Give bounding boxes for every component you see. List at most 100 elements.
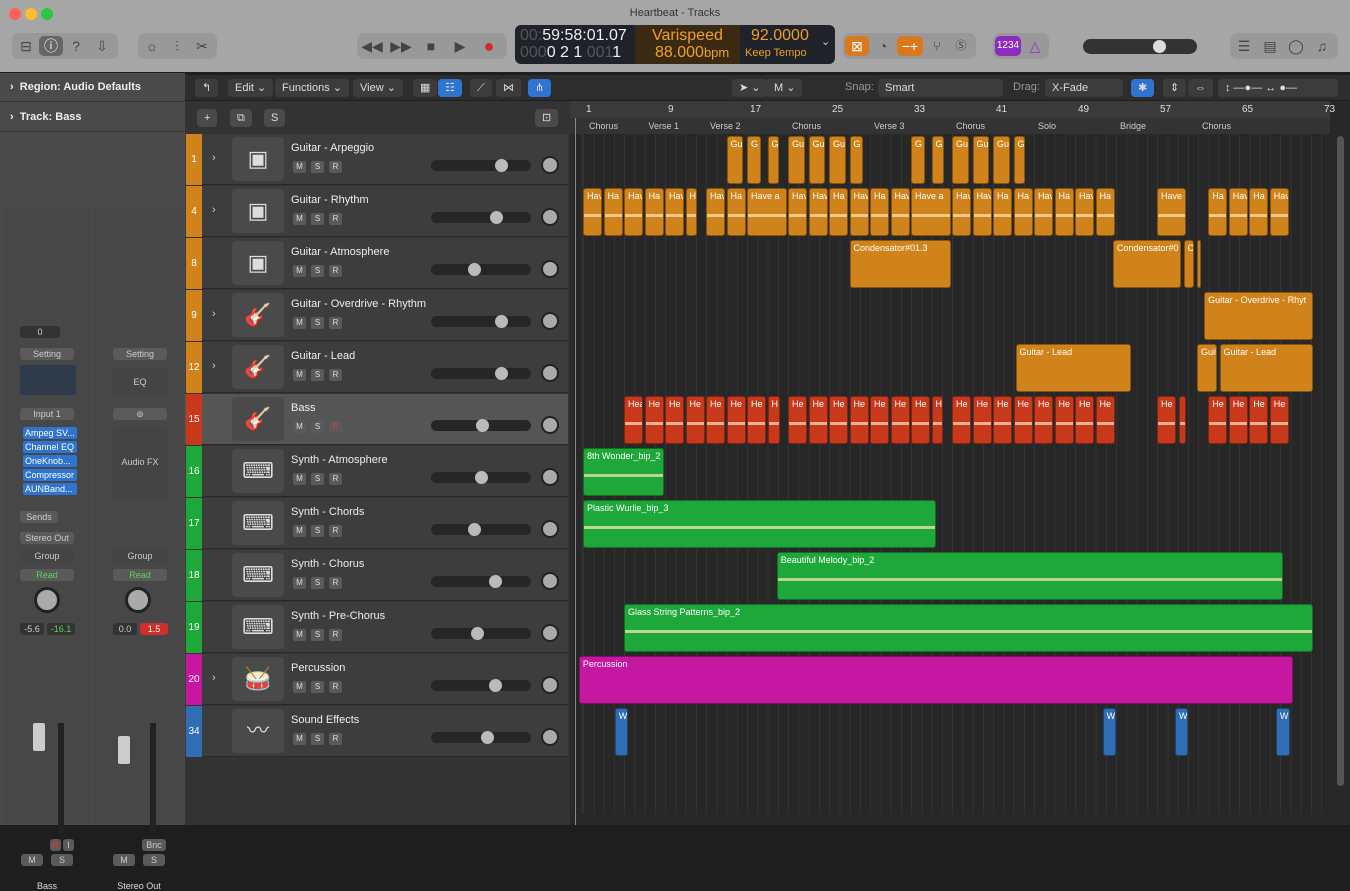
plugin-slot[interactable]: Ampeg SV...: [23, 427, 77, 439]
region[interactable]: He: [1054, 396, 1074, 444]
region[interactable]: Gui: [952, 136, 969, 184]
record-button[interactable]: R: [329, 421, 342, 433]
help-icon[interactable]: ?: [64, 36, 88, 56]
region[interactable]: Percussion: [578, 656, 1293, 704]
track-header[interactable]: 19 ⌨ Synth - Pre-Chorus M S R: [185, 602, 568, 653]
marker[interactable]: Chorus: [792, 121, 821, 131]
info-icon[interactable]: ⓘ: [39, 36, 63, 56]
region[interactable]: [1196, 240, 1201, 288]
region[interactable]: He: [1034, 396, 1053, 444]
region[interactable]: Hav: [788, 188, 807, 236]
input-monitor-button[interactable]: I: [63, 839, 74, 851]
volume-slider[interactable]: [431, 211, 531, 224]
mute-button[interactable]: M: [21, 854, 43, 866]
expand-chevron-icon[interactable]: ›: [212, 204, 216, 216]
mute-button[interactable]: M: [113, 854, 135, 866]
solo-icon[interactable]: Ⓢ: [949, 36, 973, 56]
track-name[interactable]: Synth - Pre-Chorus: [291, 610, 385, 622]
link-icon[interactable]: ⊚: [113, 408, 167, 420]
region[interactable]: Ha: [870, 188, 889, 236]
track-header[interactable]: 34 〰 Sound Effects M S R: [185, 706, 568, 757]
solo-button[interactable]: S: [311, 213, 324, 225]
region[interactable]: G: [747, 136, 761, 184]
region[interactable]: Hav: [849, 188, 869, 236]
region[interactable]: Have a: [911, 188, 951, 236]
track-header[interactable]: 9 › 🎸 Guitar - Overdrive - Rhythm M S R: [185, 290, 568, 341]
eq-thumbnail[interactable]: [20, 365, 76, 395]
record-button[interactable]: R: [329, 629, 342, 641]
record-icon[interactable]: ●: [477, 36, 501, 56]
mute-button[interactable]: M: [293, 421, 306, 433]
region[interactable]: He: [665, 396, 684, 444]
region[interactable]: Ha: [644, 188, 664, 236]
volume-slider[interactable]: [431, 419, 531, 432]
mute-button[interactable]: M: [293, 681, 306, 693]
solo-button[interactable]: S: [143, 854, 165, 866]
library-icon[interactable]: ⊟: [14, 36, 38, 56]
region[interactable]: He: [890, 396, 910, 444]
pan-knob[interactable]: [125, 587, 151, 613]
track-header[interactable]: 17 ⌨ Synth - Chords M S R: [185, 498, 568, 549]
region[interactable]: Ha: [1095, 188, 1115, 236]
slider-knob[interactable]: [489, 575, 503, 588]
region[interactable]: Gui: [808, 136, 826, 184]
track-header[interactable]: 8 ▣ Guitar - Atmosphere M S R: [185, 238, 568, 289]
region[interactable]: Hav: [1269, 188, 1289, 236]
region[interactable]: He: [972, 396, 992, 444]
region[interactable]: He: [829, 396, 848, 444]
slider-knob[interactable]: [476, 419, 490, 432]
region[interactable]: He: [808, 396, 828, 444]
region[interactable]: Hav: [1034, 188, 1053, 236]
region[interactable]: Ha: [1013, 188, 1033, 236]
input-button[interactable]: Input 1: [20, 408, 74, 420]
solo-button[interactable]: S: [311, 369, 324, 381]
edit-menu[interactable]: Edit ⌄: [228, 79, 274, 97]
bounce-button[interactable]: Bnc: [142, 839, 166, 851]
expand-chevron-icon[interactable]: ›: [212, 360, 216, 372]
region[interactable]: He: [706, 396, 725, 444]
solo-button[interactable]: S: [51, 854, 73, 866]
region[interactable]: He: [993, 396, 1012, 444]
region[interactable]: Guitar - Lead: [1219, 344, 1314, 392]
region[interactable]: He: [1013, 396, 1033, 444]
mute-button[interactable]: M: [293, 161, 306, 173]
track-inspector-header[interactable]: › Track: Bass: [10, 111, 82, 123]
loop-browser-icon[interactable]: ◯: [1284, 36, 1308, 56]
pan-knob[interactable]: [541, 468, 559, 486]
region[interactable]: Guit: [1196, 344, 1217, 392]
volume-fader[interactable]: [118, 736, 130, 764]
collapse-icon[interactable]: ⊡: [535, 109, 559, 127]
region[interactable]: Gui: [726, 136, 744, 184]
plugin-slot[interactable]: Compressor: [23, 469, 77, 481]
track-name[interactable]: Guitar - Lead: [291, 350, 355, 362]
mute-button[interactable]: M: [293, 733, 306, 745]
track-header[interactable]: 16 ⌨ Synth - Atmosphere M S R: [185, 446, 568, 497]
region[interactable]: He: [788, 396, 807, 444]
slider-knob[interactable]: [471, 627, 485, 640]
output-button[interactable]: Stereo Out: [20, 532, 74, 544]
track-name[interactable]: Guitar - Atmosphere: [291, 246, 389, 258]
region[interactable]: Hav: [583, 188, 602, 236]
expand-chevron-icon[interactable]: ›: [212, 672, 216, 684]
volume-slider[interactable]: [431, 315, 531, 328]
list-view-icon[interactable]: ☷: [438, 79, 462, 97]
record-button[interactable]: R: [329, 369, 342, 381]
mute-button[interactable]: M: [293, 473, 306, 485]
region[interactable]: Hav: [972, 188, 992, 236]
region[interactable]: He: [1249, 396, 1269, 444]
volume-slider[interactable]: [431, 159, 531, 172]
count-in-button[interactable]: 1234: [995, 36, 1021, 56]
pan-knob[interactable]: [541, 312, 559, 330]
record-button[interactable]: R: [329, 733, 342, 745]
region[interactable]: Gui: [993, 136, 1010, 184]
mute-button[interactable]: M: [293, 525, 306, 537]
add-track-button[interactable]: +: [197, 109, 218, 127]
region[interactable]: He: [911, 396, 930, 444]
region[interactable]: Hav: [1228, 188, 1248, 236]
view-menu[interactable]: View ⌄: [353, 79, 403, 97]
track-name[interactable]: Percussion: [291, 662, 345, 674]
marker[interactable]: Chorus: [956, 121, 985, 131]
volume-slider[interactable]: [431, 679, 531, 692]
mute-button[interactable]: M: [293, 577, 306, 589]
functions-menu[interactable]: Functions ⌄: [275, 79, 349, 97]
